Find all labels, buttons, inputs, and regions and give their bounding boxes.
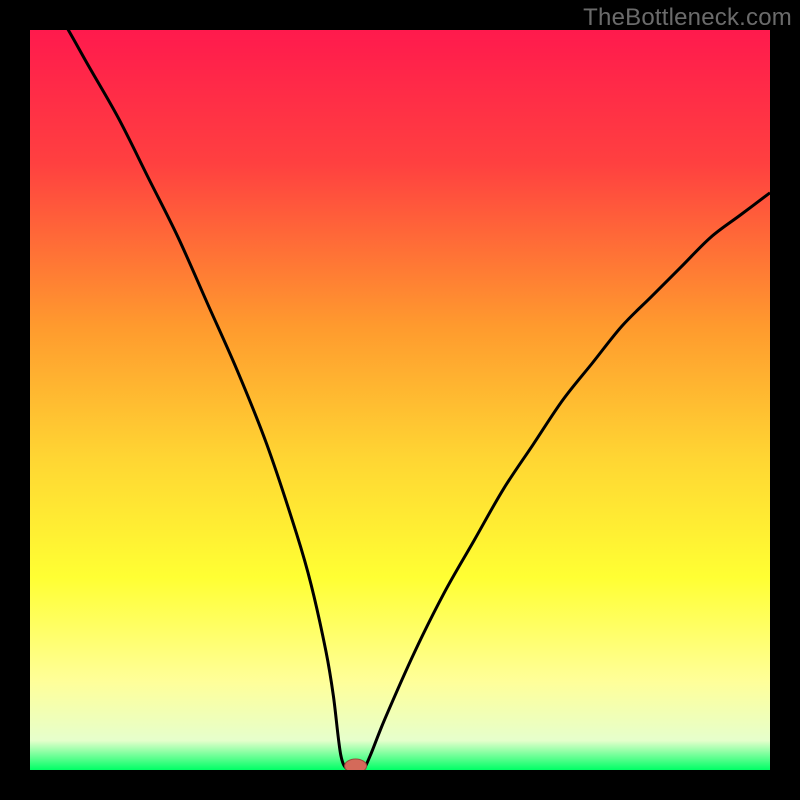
minimum-marker: [345, 759, 367, 770]
chart-frame: TheBottleneck.com: [0, 0, 800, 800]
bottleneck-chart: [30, 30, 770, 770]
plot-area: [30, 30, 770, 770]
gradient-background: [30, 30, 770, 770]
watermark-text: TheBottleneck.com: [583, 4, 792, 32]
